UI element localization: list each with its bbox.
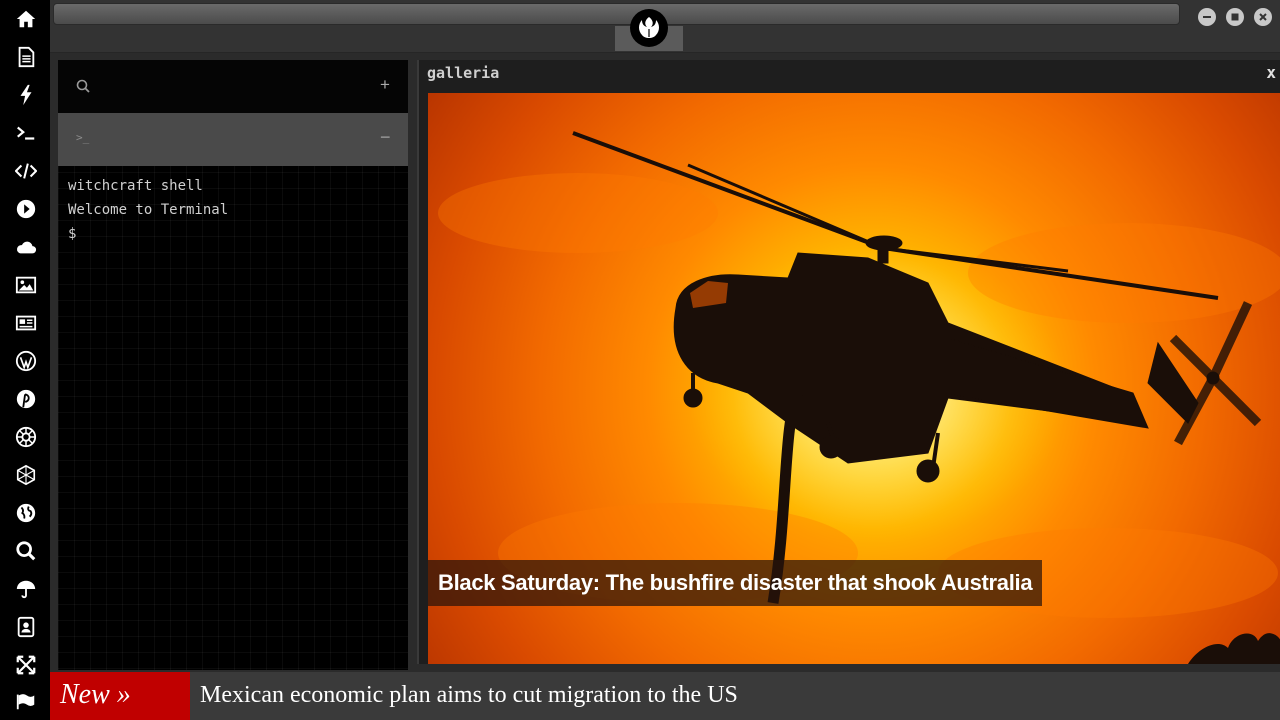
gallery-window: galleria x Black Saturday: The bushfire … — [417, 60, 1280, 664]
umbrella-icon[interactable] — [13, 576, 39, 602]
terminal-icon[interactable] — [13, 120, 39, 146]
globe-icon[interactable] — [13, 500, 39, 526]
terminal-search-bar[interactable]: + — [58, 60, 408, 113]
address-bar[interactable] — [53, 3, 1180, 25]
lightning-icon[interactable] — [13, 82, 39, 108]
contacts-icon[interactable] — [13, 614, 39, 640]
terminal-prompt-bar[interactable]: >_ − — [58, 113, 408, 166]
search-icon[interactable] — [76, 79, 90, 98]
gallery-caption: Black Saturday: The bushfire disaster th… — [428, 560, 1043, 606]
terminal-prompt-line[interactable]: $ — [68, 226, 76, 242]
search-icon[interactable] — [13, 538, 39, 564]
pinterest-icon[interactable] — [13, 386, 39, 412]
app-sidebar — [0, 0, 50, 720]
close-icon[interactable] — [1254, 8, 1272, 26]
cloud-icon[interactable] — [13, 234, 39, 260]
empire-icon[interactable] — [13, 424, 39, 450]
rebel-alliance-icon[interactable] — [630, 9, 668, 47]
minimize-icon[interactable] — [1198, 8, 1216, 26]
terminal-line: witchcraft shell — [68, 178, 203, 194]
gallery-close-button[interactable]: x — [1266, 63, 1276, 82]
maximize-icon[interactable] — [1226, 8, 1244, 26]
document-icon[interactable] — [13, 44, 39, 70]
ticker-headline[interactable]: Mexican economic plan aims to cut migrat… — [200, 672, 738, 718]
terminal-line: Welcome to Terminal — [68, 202, 229, 218]
gallery-title: galleria — [427, 64, 500, 82]
add-button[interactable]: + — [380, 75, 390, 95]
code-icon[interactable] — [13, 158, 39, 184]
home-icon[interactable] — [13, 6, 39, 32]
ticker-badge: New » — [50, 672, 190, 720]
flag-icon[interactable] — [13, 688, 39, 714]
news-ticker: New » Mexican economic plan aims to cut … — [50, 672, 1280, 720]
expand-icon[interactable] — [13, 652, 39, 678]
image-icon[interactable] — [13, 272, 39, 298]
terminal-panel: + >_ − witchcraft shell Welcome to Termi… — [58, 60, 408, 670]
prompt-icon: >_ — [76, 131, 90, 144]
sphere-icon[interactable] — [13, 462, 39, 488]
newspaper-icon[interactable] — [13, 310, 39, 336]
wordpress-icon[interactable] — [13, 348, 39, 374]
gallery-photo[interactable]: Black Saturday: The bushfire disaster th… — [428, 93, 1280, 664]
top-bar — [50, 0, 1280, 53]
collapse-button[interactable]: − — [380, 127, 391, 148]
play-icon[interactable] — [13, 196, 39, 222]
